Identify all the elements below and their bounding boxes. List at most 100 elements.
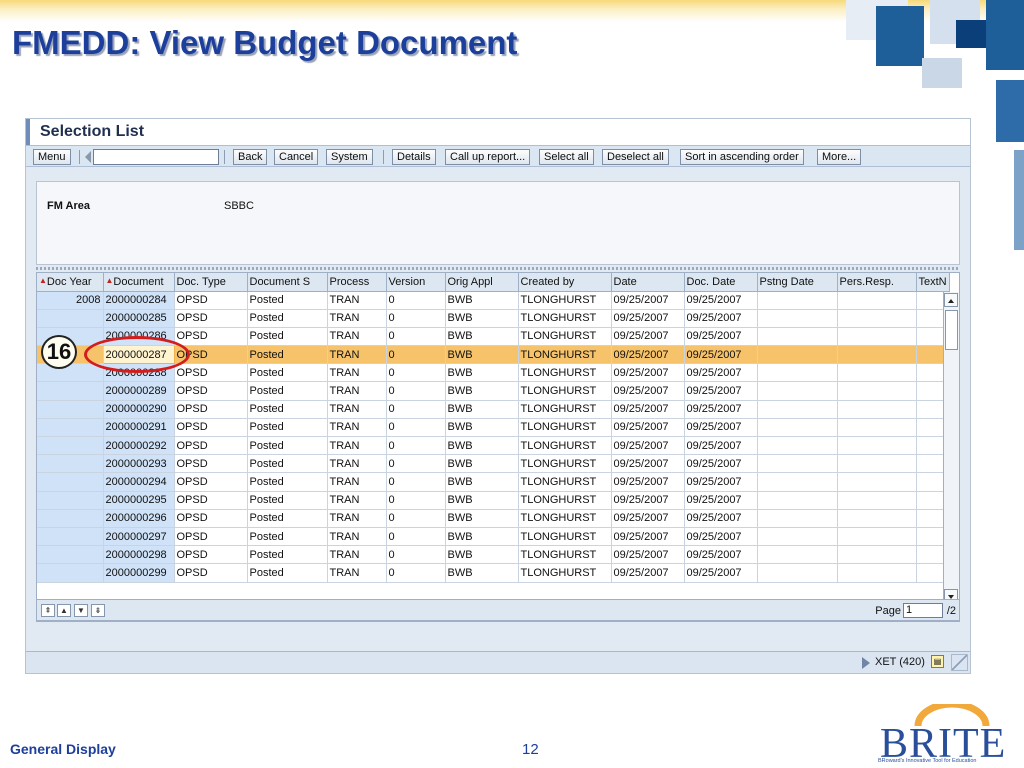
table-cell[interactable]: BWB	[445, 509, 519, 528]
table-cell[interactable]	[37, 309, 104, 328]
table-cell[interactable]: TLONGHURST	[518, 400, 612, 419]
table-cell[interactable]: 09/25/2007	[611, 454, 685, 474]
table-cell[interactable]: BWB	[445, 436, 519, 456]
session-info-icon[interactable]: ▤	[931, 655, 944, 668]
table-cell[interactable]: 09/25/2007	[611, 327, 685, 347]
table-cell[interactable]: BWB	[445, 418, 519, 438]
table-cell[interactable]: Posted	[247, 400, 328, 419]
table-cell[interactable]	[757, 327, 838, 347]
table-cell[interactable]	[757, 418, 838, 438]
resize-grip-icon[interactable]	[951, 654, 968, 671]
table-cell[interactable]: Posted	[247, 345, 328, 365]
table-cell[interactable]: 2000000294	[103, 472, 175, 492]
table-cell[interactable]	[37, 400, 104, 419]
table-cell[interactable]: OPSD	[174, 363, 248, 383]
table-cell[interactable]: TRAN	[327, 363, 387, 383]
table-cell[interactable]: 2000000292	[103, 436, 175, 456]
table-cell[interactable]: 0	[386, 291, 446, 310]
table-cell[interactable]: Posted	[247, 309, 328, 328]
table-cell[interactable]	[757, 454, 838, 474]
table-cell[interactable]: OPSD	[174, 563, 248, 583]
column-header[interactable]: Doc. Type	[174, 273, 248, 292]
page-number-input[interactable]: 1	[903, 603, 943, 618]
table-cell[interactable]: TRAN	[327, 436, 387, 456]
last-page-icon[interactable]: ⇟	[91, 604, 105, 617]
table-cell[interactable]: TLONGHURST	[518, 527, 612, 547]
table-cell[interactable]: TLONGHURST	[518, 563, 612, 583]
table-row[interactable]: 2000000298 OPSD Posted TRAN 0 BWB TLONGHURST 09…	[37, 545, 950, 565]
table-cell[interactable]: 2000000284	[103, 291, 175, 310]
table-cell[interactable]: 09/25/2007	[684, 436, 758, 456]
table-cell[interactable]: OPSD	[174, 291, 248, 310]
table-row[interactable]: 2000000289 OPSD Posted TRAN 0 BWB TLONGHURST 09…	[37, 381, 950, 401]
column-header[interactable]: Doc. Date	[684, 273, 758, 292]
table-cell[interactable]: Posted	[247, 563, 328, 583]
table-cell[interactable]: BWB	[445, 563, 519, 583]
table-cell[interactable]	[757, 436, 838, 456]
table-cell[interactable]: 09/25/2007	[611, 345, 685, 365]
table-cell[interactable]	[757, 345, 838, 365]
table-cell[interactable]	[757, 291, 838, 310]
table-cell[interactable]: 09/25/2007	[611, 400, 685, 419]
table-cell[interactable]: 0	[386, 327, 446, 347]
table-cell[interactable]	[37, 491, 104, 510]
table-cell[interactable]	[837, 363, 917, 383]
column-header[interactable]: ▲Doc Year	[37, 273, 104, 292]
table-cell[interactable]	[837, 436, 917, 456]
table-cell[interactable]: TRAN	[327, 291, 387, 310]
table-cell[interactable]: 0	[386, 509, 446, 528]
table-cell[interactable]	[757, 400, 838, 419]
table-cell[interactable]: 09/25/2007	[684, 291, 758, 310]
table-cell[interactable]: 2000000290	[103, 400, 175, 419]
table-cell[interactable]	[37, 527, 104, 547]
table-cell[interactable]: TRAN	[327, 527, 387, 547]
table-cell[interactable]: 09/25/2007	[611, 291, 685, 310]
table-cell[interactable]: 09/25/2007	[684, 381, 758, 401]
table-cell[interactable]: OPSD	[174, 436, 248, 456]
table-cell[interactable]: 0	[386, 345, 446, 365]
table-cell[interactable]: 2000000298	[103, 545, 175, 565]
table-cell[interactable]: BWB	[445, 327, 519, 347]
next-page-icon[interactable]: ▼	[74, 604, 88, 617]
table-cell[interactable]: 09/25/2007	[611, 527, 685, 547]
table-cell[interactable]	[37, 545, 104, 565]
table-cell[interactable]: TLONGHURST	[518, 509, 612, 528]
table-cell[interactable]: 09/25/2007	[611, 436, 685, 456]
back-button[interactable]: Back	[233, 149, 268, 165]
table-cell[interactable]: 09/25/2007	[684, 545, 758, 565]
command-field[interactable]	[93, 149, 219, 165]
table-cell[interactable]: 09/25/2007	[684, 563, 758, 583]
table-cell[interactable]: 09/25/2007	[611, 491, 685, 510]
table-cell[interactable]: 09/25/2007	[684, 363, 758, 383]
table-cell[interactable]: BWB	[445, 472, 519, 492]
column-header[interactable]: Orig Appl	[445, 273, 519, 292]
table-cell[interactable]: 09/25/2007	[611, 472, 685, 492]
table-row[interactable]: 2000000295 OPSD Posted TRAN 0 BWB TLONGHURST 09…	[37, 491, 950, 510]
table-cell[interactable]: 09/25/2007	[611, 418, 685, 438]
table-cell[interactable]: OPSD	[174, 454, 248, 474]
table-cell[interactable]: 0	[386, 363, 446, 383]
table-cell[interactable]	[837, 563, 917, 583]
table-cell[interactable]	[37, 509, 104, 528]
table-cell[interactable]	[837, 381, 917, 401]
table-cell[interactable]: 09/25/2007	[684, 309, 758, 328]
column-header[interactable]: Created by	[518, 273, 612, 292]
table-cell[interactable]: TRAN	[327, 309, 387, 328]
table-cell[interactable]	[837, 291, 917, 310]
table-cell[interactable]: TLONGHURST	[518, 472, 612, 492]
table-cell[interactable]: TRAN	[327, 454, 387, 474]
column-header[interactable]: ▲Document	[103, 273, 175, 292]
table-cell[interactable]: OPSD	[174, 472, 248, 492]
column-header[interactable]: Version	[386, 273, 446, 292]
table-cell[interactable]: TRAN	[327, 509, 387, 528]
table-cell[interactable]: 09/25/2007	[611, 381, 685, 401]
table-cell[interactable]: TRAN	[327, 400, 387, 419]
table-cell[interactable]	[37, 563, 104, 583]
table-cell[interactable]: 09/25/2007	[684, 491, 758, 510]
table-cell[interactable]: Posted	[247, 381, 328, 401]
more-button[interactable]: More...	[817, 149, 862, 165]
collapse-arrow-icon[interactable]	[85, 151, 91, 163]
table-cell[interactable]: 2000000285	[103, 309, 175, 328]
table-cell[interactable]: OPSD	[174, 509, 248, 528]
table-cell[interactable]: TLONGHURST	[518, 418, 612, 438]
